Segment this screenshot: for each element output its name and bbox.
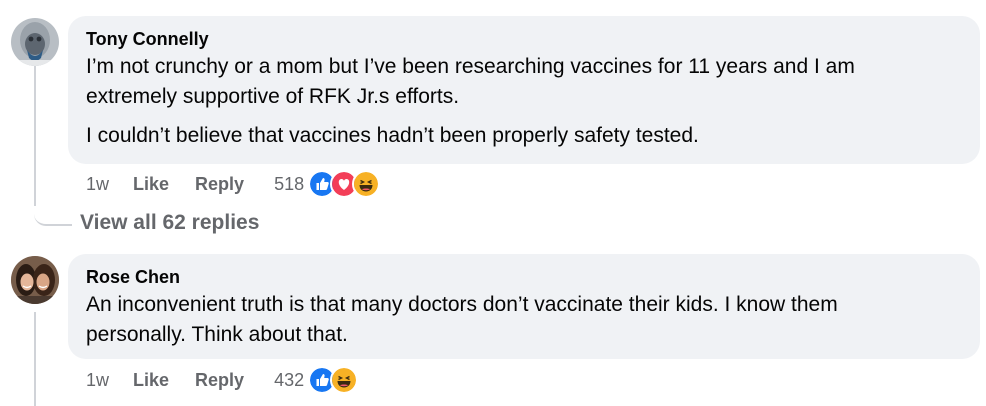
reply-button[interactable]: Reply xyxy=(195,174,244,195)
reaction-count[interactable]: 432 xyxy=(274,370,304,391)
avatar[interactable] xyxy=(11,256,59,304)
comment-text: An inconvenient truth is that many docto… xyxy=(86,290,962,350)
comment-text-line: personally. Think about that. xyxy=(86,323,348,346)
comment-bubble: Rose Chen An inconvenient truth is that … xyxy=(68,254,980,359)
haha-icon xyxy=(330,366,359,394)
reaction-icons[interactable] xyxy=(308,366,359,394)
comment-timestamp[interactable]: 1w xyxy=(86,174,109,195)
thread-elbow xyxy=(34,196,72,226)
haha-icon xyxy=(352,170,381,198)
thread-line xyxy=(34,312,36,406)
comment-actions: 1w Like Reply 518 xyxy=(86,170,381,198)
comment-timestamp[interactable]: 1w xyxy=(86,370,109,391)
comment-author[interactable]: Tony Connelly xyxy=(86,28,962,50)
comment-actions: 1w Like Reply 432 xyxy=(86,366,359,394)
reaction-count[interactable]: 518 xyxy=(274,174,304,195)
comment-text: I couldn’t believe that vaccines hadn’t … xyxy=(86,124,699,147)
avatar[interactable] xyxy=(11,18,59,66)
view-replies-link[interactable]: View all 62 replies xyxy=(80,211,259,235)
comment-text-line: extremely supportive of RFK Jr.s efforts… xyxy=(86,85,460,108)
like-button[interactable]: Like xyxy=(133,370,169,391)
comment-author[interactable]: Rose Chen xyxy=(86,266,962,288)
comment-text-line: I’m not crunchy or a mom but I’ve been r… xyxy=(86,55,855,78)
comment-bubble: Tony Connelly I’m not crunchy or a mom b… xyxy=(68,16,980,164)
comment-text-line: An inconvenient truth is that many docto… xyxy=(86,293,838,316)
thread-line xyxy=(34,66,36,206)
comment-text: I’m not crunchy or a mom but I’ve been r… xyxy=(86,52,962,112)
reply-button[interactable]: Reply xyxy=(195,370,244,391)
like-button[interactable]: Like xyxy=(133,174,169,195)
reaction-icons[interactable] xyxy=(308,170,381,198)
